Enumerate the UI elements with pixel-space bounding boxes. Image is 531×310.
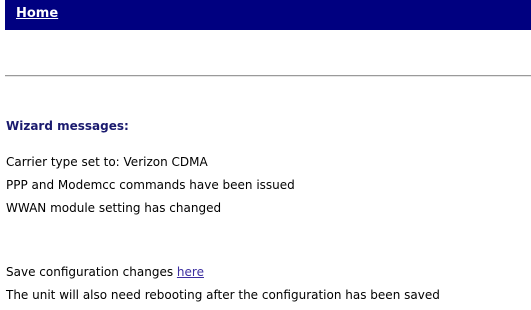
- wizard-message: WWAN module setting has changed: [6, 201, 222, 215]
- save-configuration-line: Save configuration changes here: [6, 265, 204, 279]
- page: Home Wizard messages: Carrier type set t…: [0, 0, 531, 310]
- wizard-message: Carrier type set to: Verizon CDMA: [6, 155, 208, 169]
- save-configuration-text: Save configuration changes: [6, 265, 177, 279]
- divider: [5, 75, 531, 77]
- wizard-message: PPP and Modemcc commands have been issue…: [6, 178, 295, 192]
- wizard-messages-heading: Wizard messages:: [6, 119, 129, 133]
- home-link[interactable]: Home: [16, 6, 58, 21]
- header-bar: Home: [5, 0, 531, 30]
- save-here-link[interactable]: here: [177, 265, 204, 279]
- reboot-note: The unit will also need rebooting after …: [6, 288, 440, 302]
